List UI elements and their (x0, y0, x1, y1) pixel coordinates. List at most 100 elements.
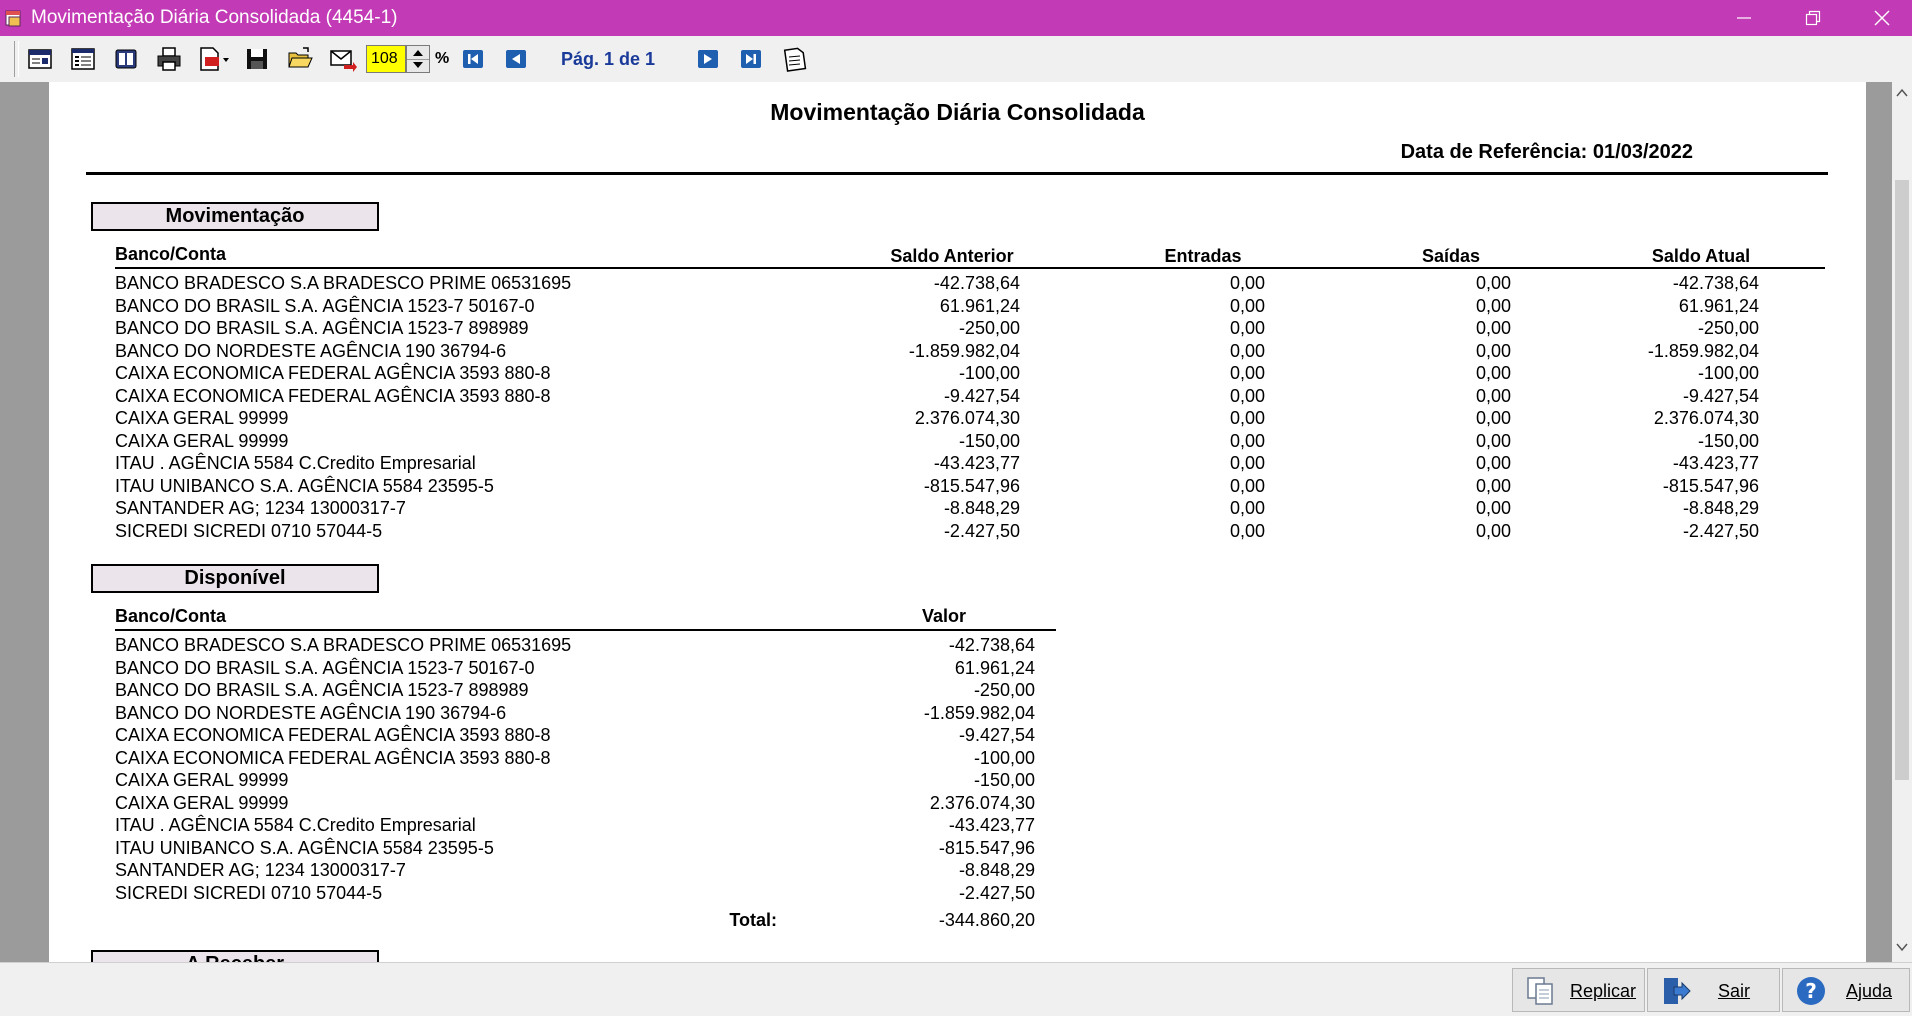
mov-row-entradas: 0,00 (1229, 385, 1265, 406)
next-page-button[interactable] (694, 45, 722, 73)
disp-row-valor: -150,00 (973, 770, 1035, 790)
mov-row-saldo-atual: -250,00 (1697, 318, 1759, 338)
mov-row-saidas: 0,00 (1475, 363, 1511, 383)
printer-icon (157, 47, 181, 71)
replicar-label: Replicar (1570, 981, 1637, 1001)
mov-row-saldo-atual: -43.423,77 (1672, 453, 1759, 473)
mov-row-saldo-anterior: -9.427,54 (943, 385, 1020, 406)
scrollbar-thumb[interactable] (1895, 180, 1909, 780)
mov-row-account: CAIXA ECONOMICA FEDERAL AGÊNCIA 3593 880… (115, 385, 551, 406)
app-icon (5, 10, 21, 27)
mov-row-saidas: 0,00 (1475, 408, 1511, 428)
close-button[interactable] (1852, 0, 1912, 36)
disp-row-valor: -9.427,54 (958, 725, 1035, 745)
vertical-scrollbar[interactable] (1892, 82, 1912, 962)
copy-documents-icon (1527, 977, 1553, 1005)
list-view-icon (71, 48, 95, 70)
last-page-button[interactable] (737, 45, 765, 73)
mov-row-saldo-anterior: 2.376.074,30 (914, 408, 1020, 428)
movimentacao-header-line (115, 267, 1825, 269)
mov-row-account: SICREDI SICREDI 0710 57044-5 (115, 520, 383, 541)
mov-row-account: BANCO BRADESCO S.A BRADESCO PRIME 065316… (115, 273, 572, 293)
disp-col-header-valor: Valor (921, 606, 967, 626)
mov-row-saldo-atual: -1.859.982,04 (1647, 340, 1759, 361)
next-page-icon (698, 50, 718, 68)
mov-row-entradas: 0,00 (1229, 295, 1265, 316)
minimize-icon (1737, 17, 1751, 19)
mov-row-account: CAIXA GERAL 99999 (115, 408, 289, 428)
mov-row-saidas: 0,00 (1475, 453, 1511, 473)
zoom-down-button[interactable] (407, 59, 429, 72)
disp-row-valor: -815.547,96 (938, 837, 1035, 858)
zoom-percent-label: % (435, 50, 450, 67)
outline-button[interactable] (69, 45, 97, 73)
total-label: Total: (729, 910, 777, 930)
disp-row-account: CAIXA GERAL 99999 (115, 770, 289, 790)
first-page-icon (463, 50, 483, 68)
export-button[interactable] (196, 45, 234, 73)
toolbar-grip[interactable] (14, 41, 19, 77)
mov-row-account: SANTANDER AG; 1234 13000317-7 (115, 498, 406, 518)
mov-row-entradas: 0,00 (1229, 430, 1265, 451)
previous-page-icon (506, 50, 526, 68)
email-button[interactable] (329, 45, 357, 73)
disponivel-header-line (115, 629, 1056, 631)
replicar-button[interactable]: Replicar (1512, 968, 1645, 1012)
help-icon: ? (1797, 977, 1825, 1005)
mov-row-saldo-anterior: -100,00 (958, 363, 1020, 383)
mov-row-entradas: 0,00 (1229, 408, 1265, 428)
mov-row-saidas: 0,00 (1475, 318, 1511, 338)
ajuda-button[interactable]: ? Ajuda (1782, 968, 1910, 1012)
minimize-button[interactable] (1714, 0, 1774, 36)
thumbnails-button[interactable] (112, 45, 140, 73)
previous-page-button[interactable] (502, 45, 530, 73)
open-folder-icon (288, 47, 313, 68)
mov-row-account: BANCO DO BRASIL S.A. AGÊNCIA 1523-7 8989… (115, 318, 529, 338)
restore-button[interactable] (1783, 0, 1843, 36)
title-divider (86, 172, 1828, 175)
open-button[interactable] (286, 45, 314, 73)
disp-row-valor: -8.848,29 (958, 860, 1035, 880)
mov-row-entradas: 0,00 (1229, 273, 1265, 293)
zoom-input[interactable]: 108 (366, 45, 406, 73)
mov-row-saldo-atual: -42.738,64 (1672, 273, 1759, 293)
mov-row-saldo-anterior: 61.961,24 (939, 295, 1020, 316)
mov-row-saldo-atual: -8.848,29 (1682, 498, 1759, 518)
document-edit-icon (783, 47, 807, 72)
section-a-receber: A Receber (91, 950, 379, 962)
disp-row-valor: -100,00 (973, 747, 1035, 768)
mov-row-saldo-anterior: -8.848,29 (943, 498, 1020, 518)
sair-label: Sair (1718, 981, 1751, 1001)
mov-row-saldo-anterior: -1.859.982,04 (908, 340, 1020, 361)
mov-row-saidas: 0,00 (1475, 498, 1511, 518)
disp-row-account: SICREDI SICREDI 0710 57044-5 (115, 882, 383, 903)
arrow-up-icon (413, 50, 423, 56)
report-options-button[interactable] (780, 45, 808, 73)
mov-row-saldo-anterior: -43.423,77 (933, 453, 1020, 473)
mov-row-saldo-atual: -150,00 (1697, 430, 1759, 451)
disp-row-account: ITAU UNIBANCO S.A. AGÊNCIA 5584 23595-5 (115, 837, 494, 858)
mov-row-saidas: 0,00 (1475, 295, 1511, 316)
first-page-button[interactable] (459, 45, 487, 73)
print-button[interactable] (155, 45, 183, 73)
restore-icon (1805, 10, 1821, 26)
floppy-disk-icon (247, 49, 267, 69)
report-viewer[interactable]: Movimentação Diária Consolidada Data de … (0, 82, 1912, 962)
scroll-up-icon[interactable] (1896, 88, 1908, 98)
disp-row-account: CAIXA ECONOMICA FEDERAL AGÊNCIA 3593 880… (115, 747, 551, 768)
mov-row-saidas: 0,00 (1475, 385, 1511, 406)
sair-button[interactable]: Sair (1647, 968, 1780, 1012)
zoom-up-button[interactable] (407, 46, 429, 60)
page-setup-button[interactable] (26, 45, 54, 73)
save-button[interactable] (243, 45, 271, 73)
zoom-spinner[interactable] (406, 45, 430, 73)
exit-door-icon (1664, 978, 1691, 1004)
disp-row-account: ITAU . AGÊNCIA 5584 C.Credito Empresaria… (115, 815, 476, 835)
scroll-down-icon[interactable] (1896, 942, 1908, 952)
mov-row-entradas: 0,00 (1229, 498, 1265, 518)
bottom-bar: Replicar Sair ? Ajuda (0, 962, 1912, 1016)
last-page-icon (741, 50, 761, 68)
disp-row-account: BANCO DO NORDESTE AGÊNCIA 190 36794-6 (115, 702, 507, 723)
disp-row-valor: 2.376.074,30 (929, 792, 1035, 813)
mov-row-account: BANCO DO BRASIL S.A. AGÊNCIA 1523-7 5016… (115, 295, 535, 316)
